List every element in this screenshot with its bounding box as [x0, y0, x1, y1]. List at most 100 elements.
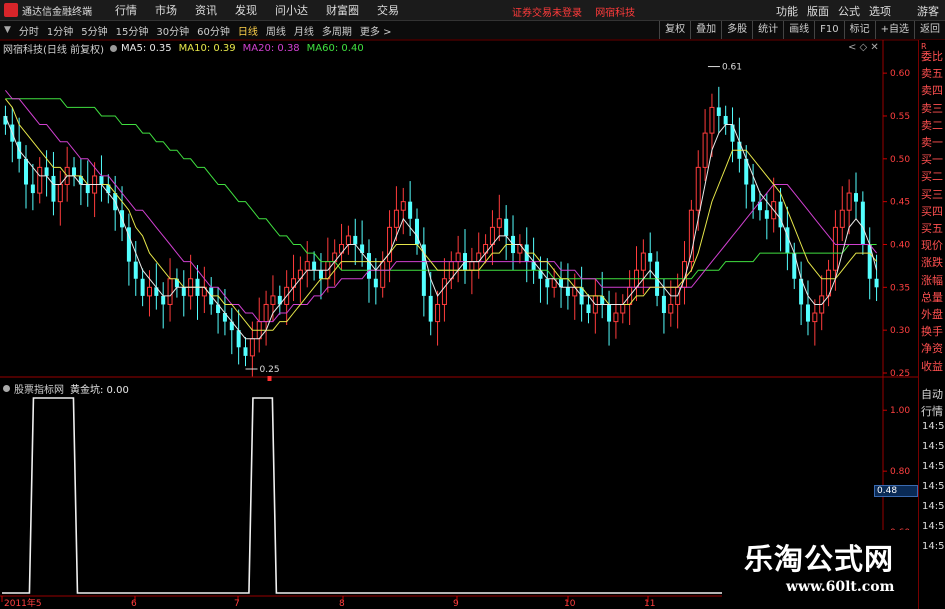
indicator-source: 股票指标网 [14, 385, 64, 396]
candle-body [586, 304, 591, 314]
candle-body [249, 338, 255, 357]
menu-item-news[interactable]: 资讯 [195, 2, 217, 18]
right-panel-item[interactable]: 卖三 [921, 100, 945, 116]
candle-body [167, 278, 173, 305]
right-panel-item[interactable]: 卖五 [921, 65, 945, 81]
right-panel-item[interactable]: 买三 [921, 186, 945, 202]
menu-item-quotes[interactable]: 行情 [115, 2, 137, 18]
draw-line-button[interactable]: 画线 [783, 21, 814, 39]
trade-time: 14:50 [922, 441, 945, 452]
y-tick-label: 0.30 [890, 326, 910, 336]
right-panel-item[interactable]: 净资 [921, 340, 945, 356]
candle-body [640, 252, 646, 271]
x-tick-label: 2011年5 [4, 597, 42, 609]
right-panel-item[interactable]: 总量 [921, 289, 945, 305]
menu-function[interactable]: 功能 [776, 3, 798, 19]
menu-formula[interactable]: 公式 [838, 3, 860, 19]
candle-body [846, 192, 852, 211]
right-panel-item[interactable]: 买一 [921, 151, 945, 167]
candle-body [366, 253, 371, 279]
x-tick-label: 6 [131, 599, 137, 609]
menu-layout[interactable]: 版面 [807, 3, 829, 19]
right-panel-item[interactable]: 委比 [921, 48, 945, 64]
f10-button[interactable]: F10 [814, 21, 843, 39]
current-stock-name: 网宿科技 [595, 8, 636, 19]
candle-body [72, 167, 77, 176]
mark-button[interactable]: 标记 [843, 21, 875, 39]
buy-signal-marker [267, 376, 272, 381]
candle-body [504, 218, 509, 236]
right-panel-item[interactable]: 买四 [921, 203, 945, 219]
menu-item-wealth-circle[interactable]: 财富圈 [326, 2, 359, 18]
candle-body [181, 287, 186, 296]
right-panel-item[interactable]: 换手 [921, 323, 945, 339]
login-status[interactable]: 证券交易未登录 [512, 8, 582, 19]
menu-item-discover[interactable]: 发现 [235, 2, 257, 18]
period-daily[interactable]: 日线 [238, 23, 258, 38]
period-1min[interactable]: 1分钟 [47, 23, 73, 38]
right-panel-item[interactable]: 买五 [921, 220, 945, 236]
guest-label[interactable]: 游客 [917, 3, 939, 19]
candle-body [428, 295, 433, 322]
period-5min[interactable]: 5分钟 [81, 23, 107, 38]
overlay-button[interactable]: 叠加 [690, 21, 721, 39]
right-panel-item[interactable]: 收益 [921, 358, 945, 374]
trade-time: 14:50 [922, 481, 945, 492]
current-value-box: 0.48 [874, 485, 918, 497]
kline-chart[interactable]: 0.60 0.55 0.50 0.45 0.40 0.35 0.30 0.25 0.61 0.25… [0, 40, 918, 609]
candle-body [24, 158, 29, 185]
period-monthly[interactable]: 月线 [294, 23, 314, 38]
restore-rights-button[interactable]: 复权 [659, 21, 690, 39]
settings-dot-icon[interactable] [109, 44, 117, 52]
right-panel-item[interactable]: 卖四 [921, 82, 945, 98]
candle-body [400, 201, 406, 211]
right-info-panel: R 委比 卖五 卖四 卖三 卖二 卖一 买一 买二 买三 买四 买五 现价 涨跌 涨幅 总量 外盘 换手 净资 收益自… [918, 40, 945, 609]
candle-body [751, 184, 756, 202]
candle-body [607, 304, 612, 322]
candle-body [469, 261, 475, 271]
period-30min[interactable]: 30分钟 [156, 23, 189, 38]
period-more[interactable]: 更多 > [360, 23, 392, 38]
right-panel-tab[interactable]: 行情 [921, 403, 945, 419]
multi-stock-button[interactable]: 多股 [721, 21, 752, 39]
period-weekly[interactable]: 周线 [266, 23, 286, 38]
right-panel-item[interactable]: 现价 [921, 237, 945, 253]
back-button[interactable]: 返回 [914, 21, 945, 39]
right-panel-item[interactable]: 外盘 [921, 306, 945, 322]
statistics-button[interactable]: 统计 [752, 21, 783, 39]
period-tick[interactable]: 分时 [19, 23, 39, 38]
right-panel-item[interactable]: 涨跌 [921, 254, 945, 270]
caret-down-icon[interactable]: ▼ [4, 25, 11, 35]
y-tick-label: 0.35 [890, 283, 910, 293]
chevron-right-icon: > [383, 26, 392, 38]
trade-time: 14:50 [922, 421, 945, 432]
candle-body [85, 184, 90, 194]
period-multi[interactable]: 多周期 [322, 23, 352, 38]
sub-chart-header: 股票指标网 黄金坑: 0.00 [3, 381, 129, 396]
add-watchlist-button[interactable]: +自选 [874, 21, 914, 39]
candle-body [716, 107, 721, 116]
chart-window-icons[interactable]: < ◇ ✕ [848, 42, 879, 53]
right-panel-item[interactable]: 卖二 [921, 117, 945, 133]
menu-options[interactable]: 选项 [869, 3, 891, 19]
candle-body [648, 253, 653, 262]
candle-body [812, 312, 818, 323]
candle-body [387, 226, 393, 263]
sub-y-tick-label: 1.00 [890, 406, 910, 416]
candle-body [860, 201, 865, 245]
candle-body [839, 209, 845, 228]
menu-item-ask[interactable]: 问小达 [275, 2, 308, 18]
right-panel-item[interactable]: 涨幅 [921, 272, 945, 288]
candle-body [30, 184, 35, 194]
indicator-dot-icon[interactable] [3, 385, 10, 392]
y-tick-label: 0.40 [890, 240, 910, 250]
menu-item-market[interactable]: 市场 [155, 2, 177, 18]
period-60min[interactable]: 60分钟 [197, 23, 230, 38]
period-15min[interactable]: 15分钟 [116, 23, 149, 38]
trade-time: 14:50 [922, 461, 945, 472]
right-panel-item[interactable]: 买二 [921, 168, 945, 184]
right-panel-tab[interactable]: 自动 [921, 386, 945, 402]
menu-item-trade[interactable]: 交易 [377, 2, 399, 18]
candle-body [57, 184, 63, 203]
right-panel-item[interactable]: 卖一 [921, 134, 945, 150]
